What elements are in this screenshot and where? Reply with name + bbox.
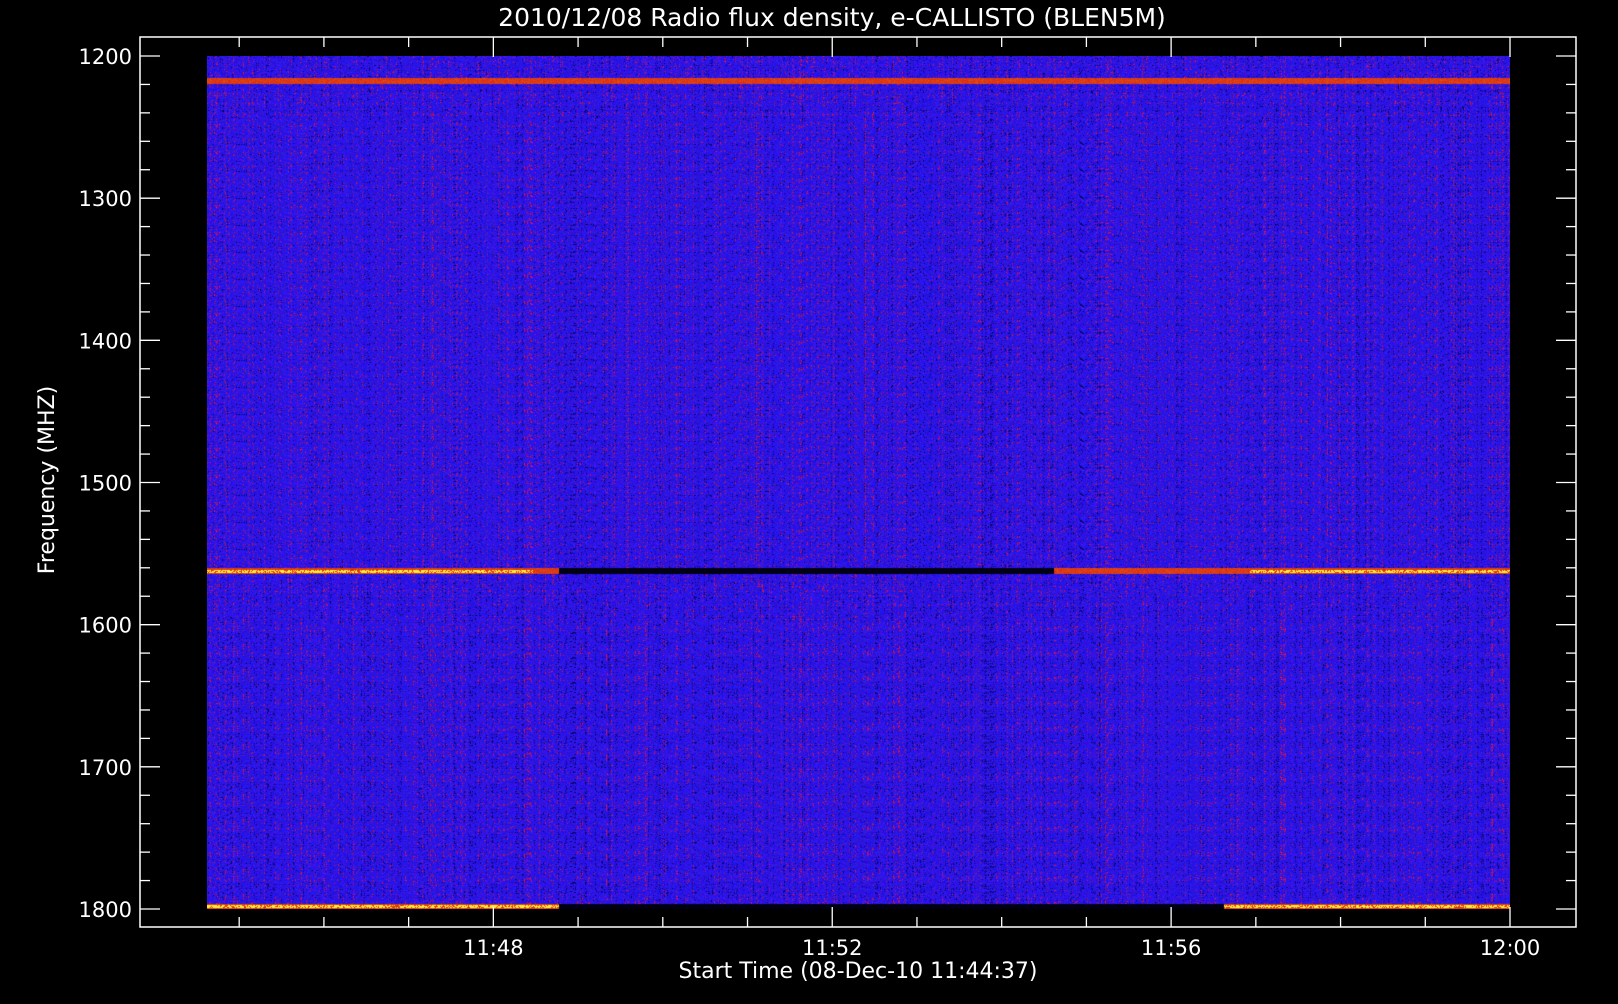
x-tick-label: 11:56 bbox=[1141, 936, 1202, 960]
spectrogram-svg: 11:48 11:52 11:56 12:00 1200 1300 1400 1500 160… bbox=[0, 0, 1618, 1000]
x-tick-label: 11:52 bbox=[802, 936, 863, 960]
y-tick-label: 1700 bbox=[79, 756, 132, 780]
chart-title: 2010/12/08 Radio flux density, e-CALLIST… bbox=[498, 3, 1166, 32]
spectrogram-heatmap bbox=[207, 56, 1510, 909]
y-tick-label: 1200 bbox=[79, 45, 132, 69]
y-tick-label: 1300 bbox=[79, 187, 132, 211]
y-axis-label: Frequency (MHZ) bbox=[35, 386, 60, 574]
y-tick-label: 1400 bbox=[79, 329, 132, 353]
spectrogram-plot: 11:48 11:52 11:56 12:00 1200 1300 1400 1500 160… bbox=[0, 0, 1618, 1000]
y-tick-label: 1800 bbox=[79, 898, 132, 922]
x-tick-label: 11:48 bbox=[463, 936, 524, 960]
y-tick-label: 1500 bbox=[79, 472, 132, 496]
x-tick-label: 12:00 bbox=[1480, 936, 1541, 960]
y-tick-label: 1600 bbox=[79, 614, 132, 638]
x-axis-label: Start Time (08-Dec-10 11:44:37) bbox=[679, 959, 1038, 984]
